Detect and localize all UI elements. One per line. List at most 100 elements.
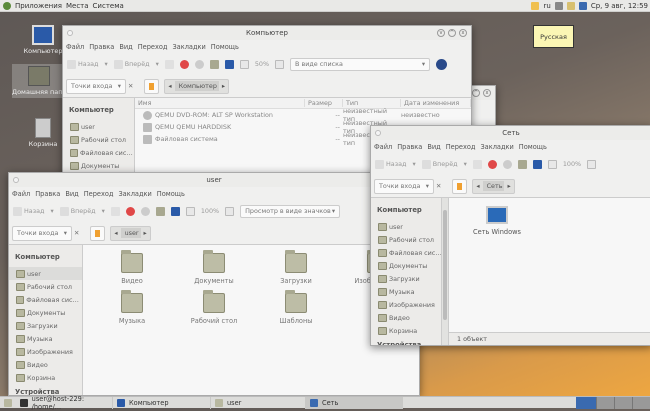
file-item[interactable]: Загрузки bbox=[255, 250, 337, 285]
sidebar-item[interactable]: Видео bbox=[9, 358, 82, 371]
places-select[interactable]: Точки входа ▾ bbox=[12, 225, 72, 241]
taskbar-item-terminal[interactable]: user@host-229: /home/... bbox=[16, 395, 113, 411]
zoom-in-icon[interactable] bbox=[275, 59, 285, 69]
sidebar-item[interactable]: Корзина bbox=[371, 324, 448, 337]
forward-button[interactable]: Вперёд bbox=[113, 59, 150, 69]
reload-icon[interactable] bbox=[194, 59, 204, 69]
menu-item[interactable]: Файл bbox=[12, 190, 30, 198]
desktop-icon-home[interactable]: Домашняя папка user bbox=[12, 64, 66, 98]
up-arrow-icon[interactable] bbox=[164, 59, 174, 69]
breadcrumb-right-icon[interactable]: ▸ bbox=[144, 229, 147, 237]
breadcrumb-current[interactable]: user bbox=[120, 228, 141, 238]
search-icon[interactable] bbox=[436, 58, 448, 70]
sidebar-item[interactable]: Загрузки bbox=[371, 272, 448, 285]
breadcrumb-right-icon[interactable]: ▸ bbox=[507, 182, 510, 190]
file-item[interactable]: Видео bbox=[91, 250, 173, 285]
sidebar-item[interactable]: Изображения bbox=[371, 298, 448, 311]
menu-item[interactable]: Переход bbox=[138, 43, 168, 51]
volume-icon[interactable] bbox=[554, 2, 563, 10]
taskbar-item-network[interactable]: Сеть bbox=[306, 396, 403, 409]
show-desktop-icon[interactable] bbox=[4, 398, 12, 407]
title-bar[interactable]: Компьютер v ^ x bbox=[63, 26, 471, 40]
forward-button[interactable]: Вперёд bbox=[421, 159, 458, 169]
menu-item[interactable]: Закладки bbox=[480, 143, 513, 151]
file-item[interactable]: Музыка bbox=[91, 290, 173, 325]
sidebar-item[interactable]: Рабочий стол bbox=[9, 280, 82, 293]
sidebar-item[interactable]: Изображения bbox=[9, 345, 82, 358]
breadcrumb-left-icon[interactable]: ◂ bbox=[168, 82, 171, 90]
sidebar-item[interactable]: Документы bbox=[9, 306, 82, 319]
menu-item[interactable]: Переход bbox=[446, 143, 476, 151]
window-menu-icon[interactable] bbox=[13, 177, 19, 183]
file-item[interactable]: Рабочий стол bbox=[173, 290, 255, 325]
computer-icon[interactable] bbox=[170, 206, 180, 216]
edit-location-button[interactable] bbox=[144, 78, 160, 94]
menu-item[interactable]: Вид bbox=[119, 43, 132, 51]
column-header[interactable]: Тип bbox=[343, 99, 401, 107]
distro-logo-icon[interactable] bbox=[3, 1, 11, 10]
menu-item[interactable]: Правка bbox=[89, 43, 114, 51]
sidebar-item[interactable]: Рабочий стол bbox=[371, 233, 448, 246]
sidebar-item[interactable]: Файловая система bbox=[9, 293, 82, 306]
clipboard-icon[interactable] bbox=[566, 2, 575, 10]
edit-location-button[interactable] bbox=[90, 225, 106, 241]
menu-item[interactable]: Файл bbox=[66, 43, 84, 51]
sidebar-item[interactable]: Документы bbox=[63, 159, 134, 172]
back-button[interactable]: Назад bbox=[375, 159, 406, 169]
view-mode-select[interactable]: В виде списка ▾ bbox=[290, 57, 431, 71]
clock[interactable]: Ср, 9 авг, 12:59 bbox=[591, 2, 648, 10]
file-item[interactable]: Шаблоны bbox=[255, 290, 337, 325]
back-dropdown-icon[interactable]: ▾ bbox=[50, 207, 53, 215]
breadcrumb-current[interactable]: Компьютер bbox=[174, 81, 219, 91]
home-icon[interactable] bbox=[155, 206, 165, 216]
sidebar-item[interactable]: Файловая система bbox=[63, 146, 134, 159]
minimize-icon[interactable]: v bbox=[437, 29, 445, 37]
zoom-out-icon[interactable] bbox=[185, 206, 195, 216]
zoom-out-icon[interactable] bbox=[239, 59, 249, 69]
close-sidebar-icon[interactable]: ✕ bbox=[74, 229, 79, 237]
computer-icon[interactable] bbox=[224, 59, 234, 69]
close-icon[interactable]: x bbox=[459, 29, 467, 37]
keyboard-layout-indicator[interactable]: ru bbox=[543, 2, 550, 10]
breadcrumb-right-icon[interactable]: ▸ bbox=[222, 82, 225, 90]
column-header[interactable]: Имя bbox=[135, 99, 305, 107]
reload-icon[interactable] bbox=[140, 206, 150, 216]
menu-item[interactable]: Закладки bbox=[118, 190, 151, 198]
forward-dropdown-icon[interactable]: ▾ bbox=[156, 60, 159, 68]
menu-item[interactable]: Файл bbox=[374, 143, 392, 151]
breadcrumb-left-icon[interactable]: ◂ bbox=[476, 182, 479, 190]
taskbar-item-computer[interactable]: Компьютер bbox=[113, 396, 211, 409]
menu-item[interactable]: Помощь bbox=[519, 143, 547, 151]
forward-button[interactable]: Вперёд bbox=[59, 206, 96, 216]
zoom-in-icon[interactable] bbox=[587, 159, 597, 169]
taskbar-item-user[interactable]: user bbox=[211, 396, 306, 409]
network-icon[interactable] bbox=[578, 2, 587, 10]
sidebar-item[interactable]: Музыка bbox=[9, 332, 82, 345]
sidebar-item[interactable]: user bbox=[9, 267, 82, 280]
back-dropdown-icon[interactable]: ▾ bbox=[412, 160, 415, 168]
breadcrumb-left-icon[interactable]: ◂ bbox=[114, 229, 117, 237]
close-sidebar-icon[interactable]: ✕ bbox=[436, 182, 441, 190]
sidebar-item[interactable]: Видео bbox=[371, 311, 448, 324]
sidebar-item[interactable]: Корзина bbox=[9, 371, 82, 384]
edit-location-button[interactable] bbox=[452, 178, 468, 194]
close-sidebar-icon[interactable]: ✕ bbox=[128, 82, 133, 90]
computer-icon[interactable] bbox=[532, 159, 542, 169]
workspace-switcher[interactable] bbox=[576, 397, 650, 409]
up-arrow-icon[interactable] bbox=[472, 159, 482, 169]
menu-item[interactable]: Помощь bbox=[157, 190, 185, 198]
sidebar-item[interactable]: user bbox=[371, 220, 448, 233]
sidebar-item[interactable]: Загрузки bbox=[9, 319, 82, 332]
notes-icon[interactable] bbox=[531, 2, 540, 10]
menu-item[interactable]: Правка bbox=[397, 143, 422, 151]
home-icon[interactable] bbox=[209, 59, 219, 69]
network-window[interactable]: Сеть Файл Правка Вид Переход Закладки Помощь На… bbox=[370, 125, 650, 346]
maximize-icon[interactable]: ^ bbox=[448, 29, 456, 37]
menu-item[interactable]: Правка bbox=[35, 190, 60, 198]
sidebar-item[interactable]: user bbox=[63, 120, 134, 133]
menu-item[interactable]: Закладки bbox=[172, 43, 205, 51]
stop-icon[interactable] bbox=[179, 59, 189, 69]
stop-icon[interactable] bbox=[125, 206, 135, 216]
title-bar[interactable]: user bbox=[9, 173, 419, 187]
column-header[interactable]: Дата изменения bbox=[401, 99, 471, 107]
